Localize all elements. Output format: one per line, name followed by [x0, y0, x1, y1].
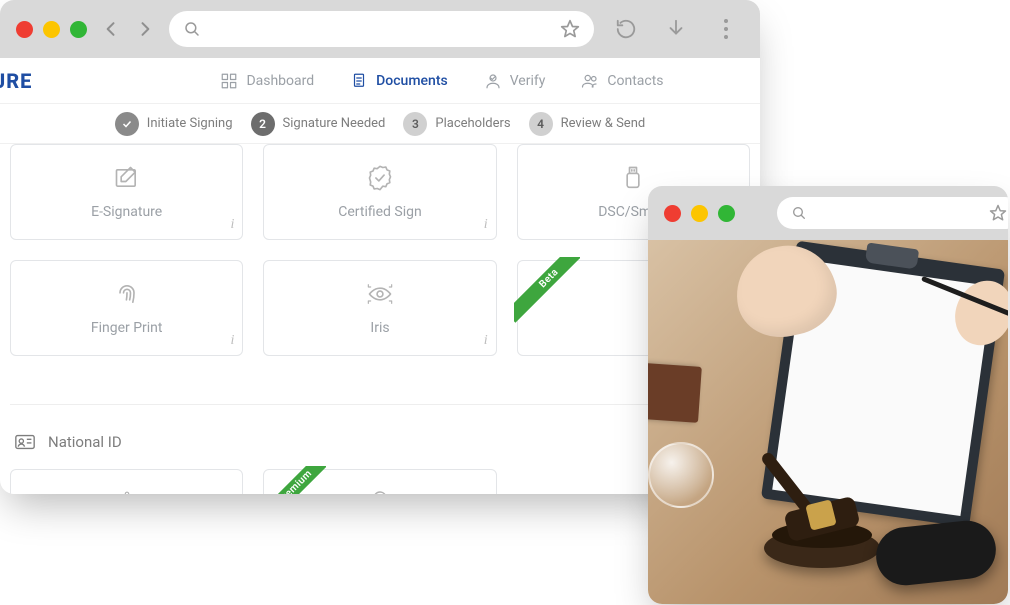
- mouse-icon: [873, 518, 998, 588]
- minimize-icon[interactable]: [691, 205, 708, 222]
- app-navbar: JRE Dashboard Documents Verify Contacts: [0, 58, 760, 104]
- step-initiate[interactable]: Initiate Signing: [115, 112, 233, 136]
- maximize-icon[interactable]: [718, 205, 735, 222]
- card-certified[interactable]: Certified Sign i: [263, 144, 496, 240]
- card-certified-label: Certified Sign: [338, 204, 421, 220]
- search-icon: [791, 205, 807, 221]
- nav-dashboard[interactable]: Dashboard: [220, 72, 314, 90]
- info-icon: i: [230, 217, 234, 233]
- search-icon: [183, 20, 201, 38]
- stepper: Initiate Signing 2 Signature Needed 3 Pl…: [0, 104, 760, 144]
- step-3-badge: 3: [403, 112, 427, 136]
- close-icon[interactable]: [664, 205, 681, 222]
- section-national-id: National ID: [10, 404, 750, 469]
- traffic-lights: [16, 21, 87, 38]
- forward-icon[interactable]: [135, 19, 155, 39]
- url-input[interactable]: [201, 20, 560, 38]
- main-titlebar: [0, 0, 760, 58]
- nav-contacts[interactable]: Contacts: [581, 72, 663, 90]
- close-icon[interactable]: [16, 21, 33, 38]
- nav-contacts-label: Contacts: [607, 73, 663, 89]
- traffic-lights: [664, 205, 735, 222]
- legal-desk-image: [648, 240, 1008, 604]
- beta-ribbon: Beta: [514, 257, 580, 323]
- fingerprint-icon: [113, 280, 141, 308]
- nav-documents[interactable]: Documents: [350, 72, 448, 90]
- aadhaar-icon: [110, 488, 144, 494]
- card-fingerprint-label: Finger Print: [91, 320, 163, 336]
- star-icon[interactable]: [560, 19, 580, 39]
- step-signature[interactable]: 2 Signature Needed: [251, 112, 386, 136]
- card-esignature-label: E-Signature: [91, 204, 162, 220]
- nav-dashboard-label: Dashboard: [246, 73, 314, 89]
- download-button[interactable]: [658, 11, 694, 47]
- documents-icon: [350, 72, 368, 90]
- contacts-icon: [581, 72, 599, 90]
- iris-icon: [366, 280, 394, 308]
- card-iris-label: Iris: [370, 320, 389, 336]
- fingerprint-icon: [368, 487, 392, 494]
- secondary-browser-window: [648, 186, 1008, 604]
- info-icon: i: [484, 217, 488, 233]
- premium-ribbon: Premium: [260, 466, 326, 494]
- step-review[interactable]: 4 Review & Send: [529, 112, 646, 136]
- step-2-badge: 2: [251, 112, 275, 136]
- main-browser-window: JRE Dashboard Documents Verify Contacts: [0, 0, 760, 494]
- step-signature-label: Signature Needed: [283, 116, 386, 131]
- esignature-icon: [113, 164, 141, 192]
- maximize-icon[interactable]: [70, 21, 87, 38]
- reload-icon: [615, 18, 637, 40]
- usb-icon: [619, 164, 647, 192]
- certified-icon: [366, 164, 394, 192]
- dashboard-icon: [220, 72, 238, 90]
- card-esignature[interactable]: E-Signature i: [10, 144, 243, 240]
- card-premium[interactable]: Premium: [263, 469, 496, 494]
- national-id-grid: Premium: [10, 469, 750, 494]
- step-placeholders[interactable]: 3 Placeholders: [403, 112, 510, 136]
- content-area: E-Signature i Certified Sign i DSC/Smart…: [0, 144, 760, 494]
- section-national-id-label: National ID: [48, 433, 122, 451]
- glass-icon: [648, 442, 714, 508]
- verify-icon: [484, 72, 502, 90]
- url-bar[interactable]: [169, 11, 594, 47]
- reload-button[interactable]: [608, 11, 644, 47]
- url-bar[interactable]: [777, 197, 1008, 229]
- card-aadhaar[interactable]: [10, 469, 243, 494]
- download-icon: [665, 18, 687, 40]
- main-nav: Dashboard Documents Verify Contacts: [124, 72, 760, 90]
- menu-button[interactable]: [708, 11, 744, 47]
- secondary-titlebar: [648, 186, 1008, 240]
- app-logo: JRE: [0, 69, 124, 93]
- nav-verify[interactable]: Verify: [484, 72, 546, 90]
- step-initiate-label: Initiate Signing: [147, 116, 233, 131]
- step-review-label: Review & Send: [561, 116, 646, 131]
- id-card-icon: [14, 431, 36, 453]
- signature-methods-grid: E-Signature i Certified Sign i DSC/Smart…: [10, 144, 750, 378]
- back-icon[interactable]: [101, 19, 121, 39]
- info-icon: i: [230, 333, 234, 349]
- step-4-badge: 4: [529, 112, 553, 136]
- check-icon: [115, 112, 139, 136]
- url-input[interactable]: [807, 204, 989, 222]
- card-fingerprint[interactable]: Finger Print i: [10, 260, 243, 356]
- nav-verify-label: Verify: [510, 73, 546, 89]
- card-iris[interactable]: Iris i: [263, 260, 496, 356]
- book-icon: [648, 361, 702, 423]
- info-icon: i: [484, 333, 488, 349]
- minimize-icon[interactable]: [43, 21, 60, 38]
- nav-documents-label: Documents: [376, 73, 448, 89]
- star-icon[interactable]: [989, 204, 1007, 222]
- step-placeholders-label: Placeholders: [435, 116, 510, 131]
